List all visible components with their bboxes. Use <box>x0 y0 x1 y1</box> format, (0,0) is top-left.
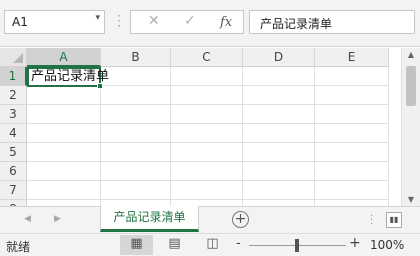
zoom-out-button[interactable]: - <box>236 236 241 251</box>
row-header-6[interactable]: 6 <box>0 162 27 181</box>
status-mode: 就绪 <box>6 240 31 254</box>
chevron-down-icon[interactable]: ▾ <box>95 13 100 23</box>
row-header-4[interactable]: 4 <box>0 124 27 143</box>
select-all-button[interactable] <box>0 48 27 67</box>
cell-e3[interactable] <box>315 105 389 124</box>
formula-input[interactable]: 产品记录清单 <box>249 10 415 34</box>
column-header-d[interactable]: D <box>243 48 315 67</box>
cell-a7[interactable] <box>27 181 101 200</box>
cell-c5[interactable] <box>171 143 243 162</box>
column-header-e[interactable]: E <box>315 48 389 67</box>
cell-e7[interactable] <box>315 181 389 200</box>
tab-splitter[interactable]: · · · <box>370 212 373 230</box>
cell-c6[interactable] <box>171 162 243 181</box>
name-box[interactable]: A1 ▾ <box>4 10 105 34</box>
formula-bar-splitter[interactable]: · · · <box>117 10 121 32</box>
cell-a1-text: 产品记录清单 <box>31 69 110 84</box>
row-header-2[interactable]: 2 <box>0 86 27 105</box>
sheet-tabs-bar: ◀ ▶ 产品记录清单 + · · · ▮▮ <box>0 206 420 233</box>
page-break-preview-icon[interactable]: ◫ <box>196 235 229 255</box>
cell-b5[interactable] <box>101 143 171 162</box>
row-header-7[interactable]: 7 <box>0 181 27 200</box>
zoom-in-button[interactable]: + <box>349 235 361 251</box>
scroll-down-icon[interactable]: ▼ <box>402 195 420 204</box>
column-header-a[interactable]: A <box>27 48 101 67</box>
page-layout-icon[interactable]: ▤ <box>158 235 191 255</box>
insert-function-icon[interactable]: fx <box>220 15 232 30</box>
cell-c2[interactable] <box>171 86 243 105</box>
scroll-up-icon[interactable]: ▲ <box>402 50 420 59</box>
formula-buttons: ✕ ✓ fx <box>130 10 244 34</box>
cell-e6[interactable] <box>315 162 389 181</box>
cell-b7[interactable] <box>101 181 171 200</box>
scroll-thumb[interactable] <box>406 66 416 106</box>
cell-c4[interactable] <box>171 124 243 143</box>
cell-b4[interactable] <box>101 124 171 143</box>
name-box-value: A1 <box>12 15 28 29</box>
cell-e5[interactable] <box>315 143 389 162</box>
sheet-tab-active[interactable]: 产品记录清单 <box>100 206 199 232</box>
cell-d6[interactable] <box>243 162 315 181</box>
cell-a4[interactable] <box>27 124 101 143</box>
column-header-c[interactable]: C <box>171 48 243 67</box>
next-sheet-icon[interactable]: ▶ <box>54 214 61 224</box>
cell-e4[interactable] <box>315 124 389 143</box>
cell-d4[interactable] <box>243 124 315 143</box>
cell-d7[interactable] <box>243 181 315 200</box>
cell-e1[interactable] <box>315 67 389 86</box>
cell-a5[interactable] <box>27 143 101 162</box>
cell-b2[interactable] <box>101 86 171 105</box>
row-header-5[interactable]: 5 <box>0 143 27 162</box>
cell-c1[interactable] <box>171 67 243 86</box>
cell-b6[interactable] <box>101 162 171 181</box>
formula-value: 产品记录清单 <box>260 17 333 31</box>
cell-a6[interactable] <box>27 162 101 181</box>
cell-b3[interactable] <box>101 105 171 124</box>
cell-c3[interactable] <box>171 105 243 124</box>
column-header-b[interactable]: B <box>101 48 171 67</box>
zoom-level[interactable]: 100% <box>370 238 404 252</box>
cell-d1[interactable] <box>243 67 315 86</box>
cancel-icon[interactable]: ✕ <box>148 13 160 29</box>
cell-d3[interactable] <box>243 105 315 124</box>
worksheet-grid: ABCDE12345678产品记录清单 <box>0 48 401 206</box>
row-header-3[interactable]: 3 <box>0 105 27 124</box>
normal-view-icon[interactable]: ▦ <box>120 235 153 255</box>
status-bar: 就绪 ▦ ▤ ◫ - + 100% <box>0 233 420 256</box>
cell-a3[interactable] <box>27 105 101 124</box>
formula-bar: A1 ▾ · · · ✕ ✓ fx 产品记录清单 <box>0 0 420 47</box>
enter-icon[interactable]: ✓ <box>184 13 196 29</box>
zoom-slider-thumb[interactable] <box>295 239 299 252</box>
cell-b1[interactable] <box>101 67 171 86</box>
vertical-scrollbar[interactable]: ▲ ▼ <box>401 48 420 206</box>
horizontal-scroll-icon[interactable]: ▮▮ <box>386 212 402 228</box>
add-sheet-icon[interactable]: + <box>232 211 249 228</box>
prev-sheet-icon[interactable]: ◀ <box>24 214 31 224</box>
cell-a2[interactable] <box>27 86 101 105</box>
cell-d2[interactable] <box>243 86 315 105</box>
row-header-1[interactable]: 1 <box>0 67 27 86</box>
cell-e2[interactable] <box>315 86 389 105</box>
cell-d5[interactable] <box>243 143 315 162</box>
cell-c7[interactable] <box>171 181 243 200</box>
